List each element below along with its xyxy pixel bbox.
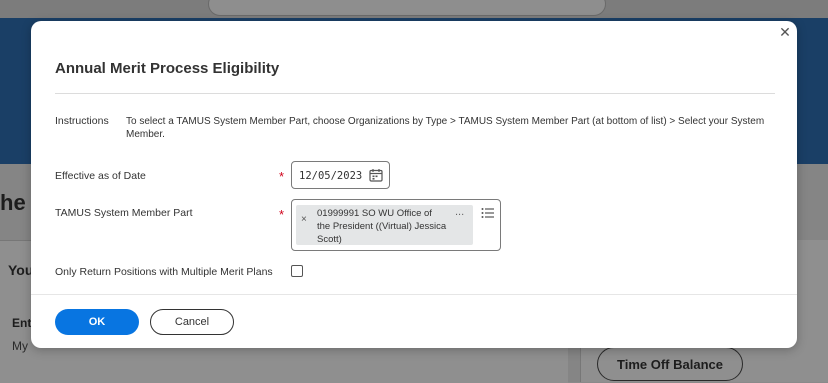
dialog-title: Annual Merit Process Eligibility [55, 60, 280, 77]
effective-date-label: Effective as of Date [55, 170, 146, 182]
effective-date-value: 12/05/2023 [299, 170, 363, 182]
instructions-label: Instructions [55, 115, 109, 127]
member-part-prompt[interactable]: × 01999991 SO WU Office of the President… [291, 199, 501, 251]
more-options-icon[interactable]: ... [455, 206, 464, 218]
multi-merit-checkbox[interactable] [291, 265, 303, 277]
selected-member-text: 01999991 SO WU Office of the President (… [317, 208, 447, 245]
list-icon[interactable] [481, 207, 495, 219]
effective-date-input[interactable]: 12/05/2023 [291, 161, 390, 189]
background-card-subtext: My [12, 339, 28, 353]
ok-button[interactable]: OK [55, 309, 139, 335]
member-part-label: TAMUS System Member Part [55, 207, 193, 219]
title-divider [55, 93, 775, 94]
background-search-bar [208, 0, 606, 16]
close-icon[interactable]: ✕ [778, 25, 792, 39]
calendar-icon[interactable] [369, 168, 383, 182]
time-off-balance-button: Time Off Balance [597, 347, 743, 381]
selected-member-pill[interactable]: × 01999991 SO WU Office of the President… [296, 205, 473, 245]
remove-selection-icon[interactable]: × [301, 214, 307, 225]
merit-eligibility-dialog: ✕ Annual Merit Process Eligibility Instr… [31, 21, 797, 348]
instructions-text: To select a TAMUS System Member Part, ch… [126, 116, 765, 140]
background-card-heading: You [8, 262, 34, 278]
cancel-button[interactable]: Cancel [150, 309, 234, 335]
background-card-item: Ent [12, 316, 32, 330]
multi-merit-label: Only Return Positions with Multiple Meri… [55, 266, 273, 278]
required-marker: * [279, 207, 285, 222]
background-heading: he [0, 190, 26, 215]
required-marker: * [279, 169, 285, 184]
footer-divider [31, 294, 797, 295]
